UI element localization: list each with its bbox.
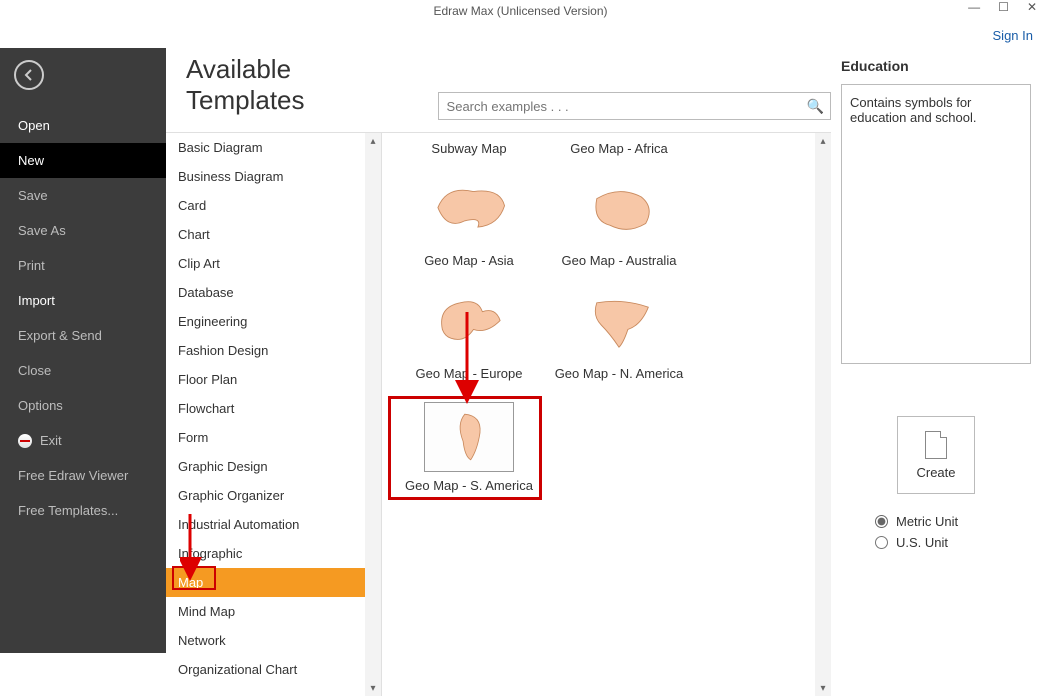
metric-unit-option[interactable]: Metric Unit xyxy=(875,514,1031,529)
search-icon[interactable]: 🔍 xyxy=(807,98,824,115)
page-title: Available Templates xyxy=(176,54,414,126)
scroll-down-icon[interactable]: ▾ xyxy=(370,680,375,696)
nav-item-label: Open xyxy=(18,118,50,133)
template-thumb xyxy=(574,290,664,360)
maximize-icon[interactable]: ☐ xyxy=(998,0,1009,14)
nav-item-save-as[interactable]: Save As xyxy=(0,213,166,248)
category-item-map[interactable]: Map xyxy=(166,568,365,597)
template-thumb xyxy=(574,177,664,247)
template-label: Geo Map - S. America xyxy=(394,478,544,494)
category-item-graphic-design[interactable]: Graphic Design xyxy=(166,452,365,481)
exit-icon xyxy=(18,434,32,448)
nav-item-label: Close xyxy=(18,363,51,378)
nav-item-label: Options xyxy=(18,398,63,413)
template-thumb xyxy=(424,177,514,247)
nav-item-options[interactable]: Options xyxy=(0,388,166,423)
unit-options: Metric Unit U.S. Unit xyxy=(875,514,1031,550)
nav-item-free-edraw-viewer[interactable]: Free Edraw Viewer xyxy=(0,458,166,493)
template-thumb xyxy=(424,290,514,360)
template-label: Geo Map - N. America xyxy=(544,366,694,382)
nav-item-label: Save As xyxy=(18,223,66,238)
nav-item-label: Free Edraw Viewer xyxy=(18,468,128,483)
template-tile-asia[interactable]: Geo Map - Asia xyxy=(394,177,544,269)
category-item-mind-map[interactable]: Mind Map xyxy=(166,597,365,626)
create-label: Create xyxy=(916,465,955,480)
scroll-up-icon[interactable]: ▴ xyxy=(820,133,825,149)
category-item-clip-art[interactable]: Clip Art xyxy=(166,249,365,278)
template-tile-europe[interactable]: Geo Map - Europe xyxy=(394,290,544,382)
nav-item-new[interactable]: New xyxy=(0,143,166,178)
nav-item-exit[interactable]: Exit xyxy=(0,423,166,458)
scroll-down-icon[interactable]: ▾ xyxy=(820,680,825,696)
category-item-database[interactable]: Database xyxy=(166,278,365,307)
category-item-fashion-design[interactable]: Fashion Design xyxy=(166,336,365,365)
nav-item-label: Print xyxy=(18,258,45,273)
nav-item-import[interactable]: Import xyxy=(0,283,166,318)
nav-item-label: Free Templates... xyxy=(18,503,118,518)
template-tile-australia[interactable]: Geo Map - Australia xyxy=(544,177,694,269)
search-box[interactable]: 🔍 xyxy=(438,92,831,120)
nav-item-label: Import xyxy=(18,293,55,308)
template-label: Geo Map - Africa xyxy=(544,141,694,157)
templates-gallery: Subway MapGeo Map - Africa Geo Map - Asia… xyxy=(382,133,831,696)
category-item-business-diagram[interactable]: Business Diagram xyxy=(166,162,365,191)
window-title: Edraw Max (Unlicensed Version) xyxy=(433,4,607,18)
info-description: Contains symbols for education and schoo… xyxy=(850,95,976,125)
category-item-graphic-organizer[interactable]: Graphic Organizer xyxy=(166,481,365,510)
us-unit-option[interactable]: U.S. Unit xyxy=(875,535,1031,550)
scroll-up-icon[interactable]: ▴ xyxy=(370,133,375,149)
nav-item-close[interactable]: Close xyxy=(0,353,166,388)
category-item-engineering[interactable]: Engineering xyxy=(166,307,365,336)
nav-item-free-templates[interactable]: Free Templates... xyxy=(0,493,166,528)
nav-item-label: New xyxy=(18,153,44,168)
nav-item-label: Save xyxy=(18,188,48,203)
search-input[interactable] xyxy=(447,99,807,114)
category-item-organizational-chart[interactable]: Organizational Chart xyxy=(166,655,365,684)
category-item-flowchart[interactable]: Flowchart xyxy=(166,394,365,423)
minimize-icon[interactable]: ― xyxy=(968,0,980,14)
templates-scrollbar[interactable]: ▴ ▾ xyxy=(815,133,831,696)
template-tile[interactable]: Subway Map xyxy=(394,141,544,157)
info-panel: Education Contains symbols for education… xyxy=(831,48,1041,653)
category-scrollbar[interactable]: ▴ ▾ xyxy=(365,133,381,696)
category-item-card[interactable]: Card xyxy=(166,191,365,220)
info-description-box: Contains symbols for education and schoo… xyxy=(841,84,1031,364)
metric-unit-radio[interactable] xyxy=(875,515,888,528)
nav-item-save[interactable]: Save xyxy=(0,178,166,213)
us-unit-radio[interactable] xyxy=(875,536,888,549)
page-icon xyxy=(925,431,947,459)
template-thumb xyxy=(424,402,514,472)
category-item-basic-diagram[interactable]: Basic Diagram xyxy=(166,133,365,162)
category-item-industrial-automation[interactable]: Industrial Automation xyxy=(166,510,365,539)
nav-item-label: Exit xyxy=(40,433,62,448)
sign-in-link[interactable]: Sign In xyxy=(993,28,1033,43)
metric-unit-label: Metric Unit xyxy=(896,514,958,529)
category-item-chart[interactable]: Chart xyxy=(166,220,365,249)
template-label: Geo Map - Europe xyxy=(394,366,544,382)
info-title: Education xyxy=(841,58,1031,74)
category-item-network[interactable]: Network xyxy=(166,626,365,655)
template-tile-samerica[interactable]: Geo Map - S. America xyxy=(394,402,544,494)
category-item-floor-plan[interactable]: Floor Plan xyxy=(166,365,365,394)
nav-item-open[interactable]: Open xyxy=(0,108,166,143)
template-label: Subway Map xyxy=(394,141,544,157)
nav-item-print[interactable]: Print xyxy=(0,248,166,283)
file-nav: Open New Save Save As Print Import Export & Se… xyxy=(0,48,166,653)
category-item-infographic[interactable]: Infographic xyxy=(166,539,365,568)
back-arrow-icon xyxy=(22,68,36,82)
us-unit-label: U.S. Unit xyxy=(896,535,948,550)
category-list: Basic DiagramBusiness DiagramCardChartCl… xyxy=(166,133,382,696)
template-label: Geo Map - Australia xyxy=(544,253,694,269)
back-button[interactable] xyxy=(14,60,44,90)
template-label: Geo Map - Asia xyxy=(394,253,544,269)
nav-item-label: Export & Send xyxy=(18,328,102,343)
close-icon[interactable]: ✕ xyxy=(1027,0,1037,14)
nav-item-export-send[interactable]: Export & Send xyxy=(0,318,166,353)
category-item-form[interactable]: Form xyxy=(166,423,365,452)
template-tile-namerica[interactable]: Geo Map - N. America xyxy=(544,290,694,382)
template-tile[interactable]: Geo Map - Africa xyxy=(544,141,694,157)
create-button[interactable]: Create xyxy=(897,416,975,494)
